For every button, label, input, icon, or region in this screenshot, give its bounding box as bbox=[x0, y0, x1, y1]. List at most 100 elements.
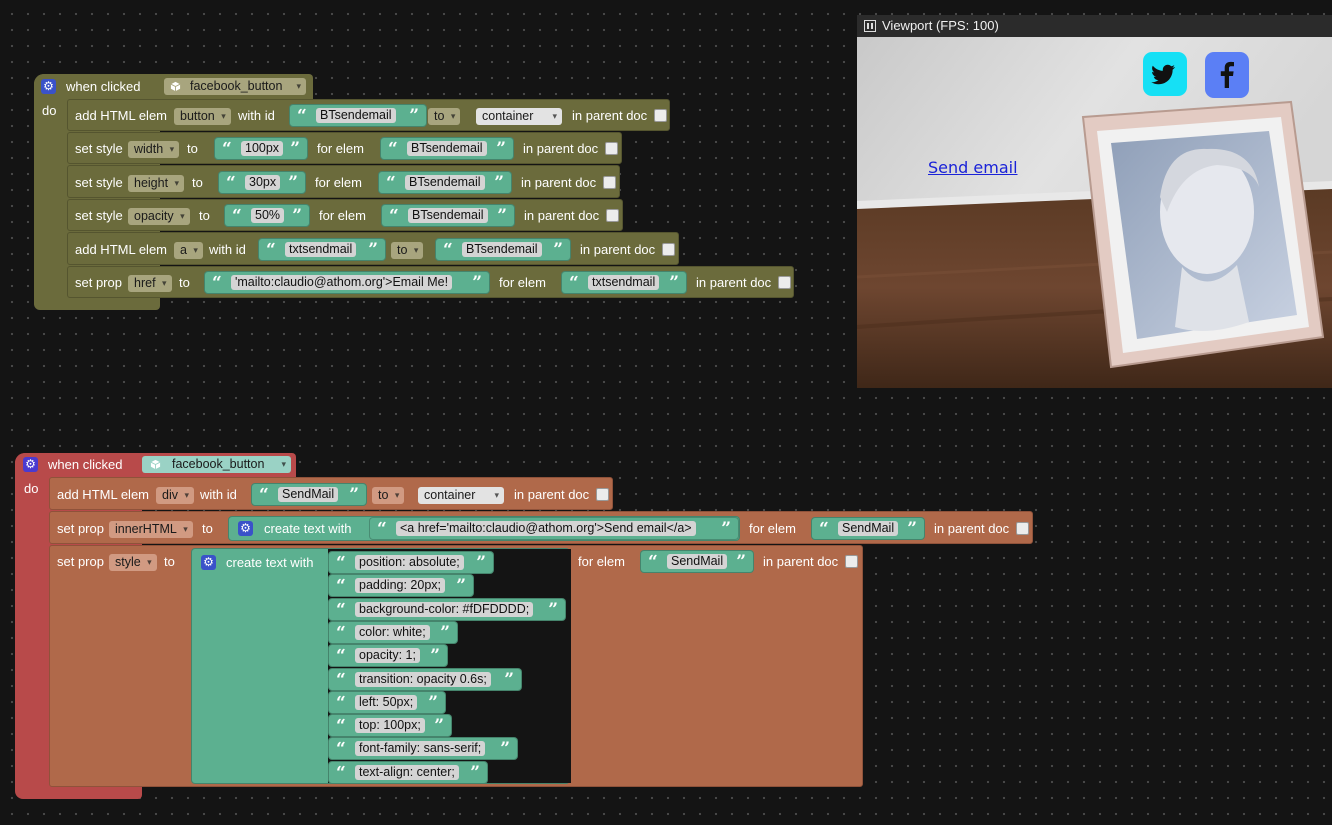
text-block[interactable]: “ BTsendemail ” bbox=[289, 104, 427, 127]
text-block[interactable]: “ txtsendmail ” bbox=[561, 271, 687, 294]
style-prop-dropdown[interactable]: opacity bbox=[128, 208, 190, 225]
gear-icon[interactable]: ⚙ bbox=[238, 521, 253, 536]
parent-doc-checkbox[interactable] bbox=[662, 243, 675, 256]
parent-doc-checkbox[interactable] bbox=[654, 109, 667, 122]
prop-dropdown[interactable]: style bbox=[109, 554, 157, 571]
block1-set-style-width[interactable]: set style width to “ 100px ” for elem “ BTs… bbox=[67, 132, 622, 164]
viewport-panel[interactable]: Viewport (FPS: 100) Send email bbox=[857, 15, 1332, 388]
text-block[interactable]: “ <a href='mailto:claudio@athom.org'>Send… bbox=[369, 517, 739, 540]
elem-type-dropdown[interactable]: a bbox=[174, 242, 203, 259]
send-email-link[interactable]: Send email bbox=[928, 158, 1018, 177]
text-field[interactable]: txtsendmail bbox=[285, 242, 357, 257]
text-block[interactable]: “ SendMail ” bbox=[811, 517, 925, 540]
quote-close-icon: ” bbox=[440, 622, 450, 643]
text-field[interactable]: txtsendmail bbox=[588, 275, 660, 290]
parent-dropdown[interactable]: container bbox=[476, 108, 562, 125]
text-field[interactable]: BTsendemail bbox=[316, 108, 396, 123]
text-block[interactable]: “ 30px ” bbox=[218, 171, 306, 194]
gear-icon[interactable]: ⚙ bbox=[201, 555, 216, 570]
style-text-block[interactable]: “ color: white; ” bbox=[328, 620, 458, 644]
text-block[interactable]: “ 100px ” bbox=[214, 137, 308, 160]
target-dropdown[interactable]: facebook_button bbox=[164, 78, 306, 95]
style-text-block[interactable]: “ top: 100px; ” bbox=[328, 714, 452, 738]
style-prop-dropdown[interactable]: height bbox=[128, 175, 185, 192]
gear-icon[interactable]: ⚙ bbox=[41, 79, 56, 94]
text-field[interactable]: 100px bbox=[241, 141, 284, 156]
block2-hat[interactable]: ⚙ when clicked facebook_button bbox=[15, 453, 296, 477]
elem-type-dropdown[interactable]: button bbox=[174, 108, 231, 125]
to-dropdown[interactable]: to bbox=[428, 108, 461, 125]
text-field[interactable]: 'mailto:claudio@athom.org'>Email Me! bbox=[231, 275, 453, 290]
prop-dropdown[interactable]: href bbox=[128, 275, 172, 292]
text-field[interactable]: SendMail bbox=[278, 487, 339, 502]
block1-hat[interactable]: ⚙ when clicked facebook_button bbox=[34, 74, 313, 99]
text-field[interactable]: SendMail bbox=[838, 521, 899, 536]
text-field[interactable]: position: absolute; bbox=[355, 555, 464, 570]
text-field[interactable]: top: 100px; bbox=[355, 718, 425, 734]
text-block[interactable]: “ txtsendmail ” bbox=[258, 238, 386, 261]
style-text-block[interactable]: “ text-align: center; ” bbox=[328, 760, 488, 784]
text-field[interactable]: BTsendemail bbox=[462, 242, 542, 257]
text-field[interactable]: transition: opacity 0.6s; bbox=[355, 671, 491, 687]
text-block[interactable]: “ BTsendemail ” bbox=[378, 171, 512, 194]
text-field[interactable]: BTsendemail bbox=[407, 141, 487, 156]
style-text-block[interactable]: “ opacity: 1; ” bbox=[328, 644, 448, 668]
block1-set-prop-href[interactable]: set prop href to “ 'mailto:claudio@athom.… bbox=[67, 266, 794, 298]
quote-close-icon: ” bbox=[548, 599, 558, 620]
parent-dropdown[interactable]: container bbox=[418, 487, 504, 504]
text-field[interactable]: text-align: center; bbox=[355, 764, 459, 780]
parent-doc-checkbox[interactable] bbox=[606, 209, 619, 222]
text-field[interactable]: font-family: sans-serif; bbox=[355, 741, 486, 757]
elem-type-dropdown[interactable]: div bbox=[156, 487, 194, 504]
create-text-block[interactable]: ⚙ create text with “ <a href='mailto:clau… bbox=[228, 516, 740, 541]
text-field[interactable]: SendMail bbox=[667, 554, 728, 569]
text-block[interactable]: “ SendMail ” bbox=[640, 550, 754, 573]
block2-set-prop-style[interactable]: set prop style to ⚙ create text with “ po… bbox=[49, 545, 863, 787]
style-text-block[interactable]: “ position: absolute; ” bbox=[328, 551, 494, 574]
text-block[interactable]: “ 'mailto:claudio@athom.org'>Email Me! ” bbox=[204, 271, 490, 294]
text-field[interactable]: BTsendemail bbox=[405, 175, 485, 190]
text-block[interactable]: “ SendMail ” bbox=[251, 483, 367, 506]
block2-set-prop-innerhtml[interactable]: set prop innerHTML to ⚙ create text with… bbox=[49, 511, 1033, 544]
text-field[interactable]: BTsendemail bbox=[408, 208, 488, 223]
parent-doc-checkbox[interactable] bbox=[845, 555, 858, 568]
parent-doc-checkbox[interactable] bbox=[1016, 522, 1029, 535]
style-text-block[interactable]: “ padding: 20px; ” bbox=[328, 574, 474, 598]
text-field[interactable]: background-color: #fDFDDDD; bbox=[355, 601, 534, 617]
style-text-block[interactable]: “ transition: opacity 0.6s; ” bbox=[328, 667, 522, 691]
quote-open-icon: “ bbox=[443, 240, 453, 260]
block1-set-style-opacity[interactable]: set style opacity to “ 50% ” for elem “ BTs… bbox=[67, 199, 623, 231]
block1-set-style-height[interactable]: set style height to “ 30px ” for elem “ BTs… bbox=[67, 165, 620, 198]
style-text-block[interactable]: “ left: 50px; ” bbox=[328, 690, 446, 714]
text-field[interactable]: opacity: 1; bbox=[355, 648, 420, 664]
parent-doc-checkbox[interactable] bbox=[778, 276, 791, 289]
text-field[interactable]: <a href='mailto:claudio@athom.org'>Send … bbox=[396, 521, 696, 536]
create-text-block[interactable]: ⚙ create text with “ position: absolute; ”… bbox=[191, 548, 571, 784]
to-dropdown[interactable]: to bbox=[391, 242, 424, 259]
prop-dropdown[interactable]: innerHTML bbox=[109, 521, 193, 538]
target-dropdown[interactable]: facebook_button bbox=[142, 456, 291, 473]
pause-icon[interactable] bbox=[864, 20, 876, 32]
style-prop-dropdown[interactable]: width bbox=[128, 141, 180, 158]
style-text-block[interactable]: “ background-color: #fDFDDDD; ” bbox=[328, 597, 566, 621]
text-block[interactable]: “ 50% ” bbox=[224, 204, 310, 227]
text-field[interactable]: 30px bbox=[245, 175, 281, 190]
parent-doc-checkbox[interactable] bbox=[605, 142, 618, 155]
text-field[interactable]: color: white; bbox=[355, 624, 430, 640]
text-field[interactable]: left: 50px; bbox=[355, 694, 418, 710]
block2-add-html-elem[interactable]: add HTML elem div with id “SendMail” to … bbox=[49, 477, 613, 510]
facebook-button[interactable] bbox=[1205, 52, 1249, 98]
twitter-button[interactable] bbox=[1143, 52, 1187, 96]
text-field[interactable]: padding: 20px; bbox=[355, 578, 446, 594]
block1-add-html-elem-a[interactable]: add HTML elem a with id “ txtsendmail ” to… bbox=[67, 232, 679, 265]
gear-icon[interactable]: ⚙ bbox=[23, 457, 38, 472]
style-text-block[interactable]: “ font-family: sans-serif; ” bbox=[328, 737, 518, 761]
text-field[interactable]: 50% bbox=[251, 208, 285, 223]
text-block[interactable]: “ BTsendemail ” bbox=[380, 137, 514, 160]
to-dropdown[interactable]: to bbox=[372, 487, 405, 504]
text-block[interactable]: “ BTsendemail ” bbox=[435, 238, 571, 261]
text-block[interactable]: “ BTsendemail ” bbox=[381, 204, 515, 227]
parent-doc-checkbox[interactable] bbox=[603, 176, 616, 189]
parent-doc-checkbox[interactable] bbox=[596, 488, 609, 501]
block1-add-html-elem[interactable]: add HTML elem button with id “ BTsendemai… bbox=[67, 99, 670, 131]
